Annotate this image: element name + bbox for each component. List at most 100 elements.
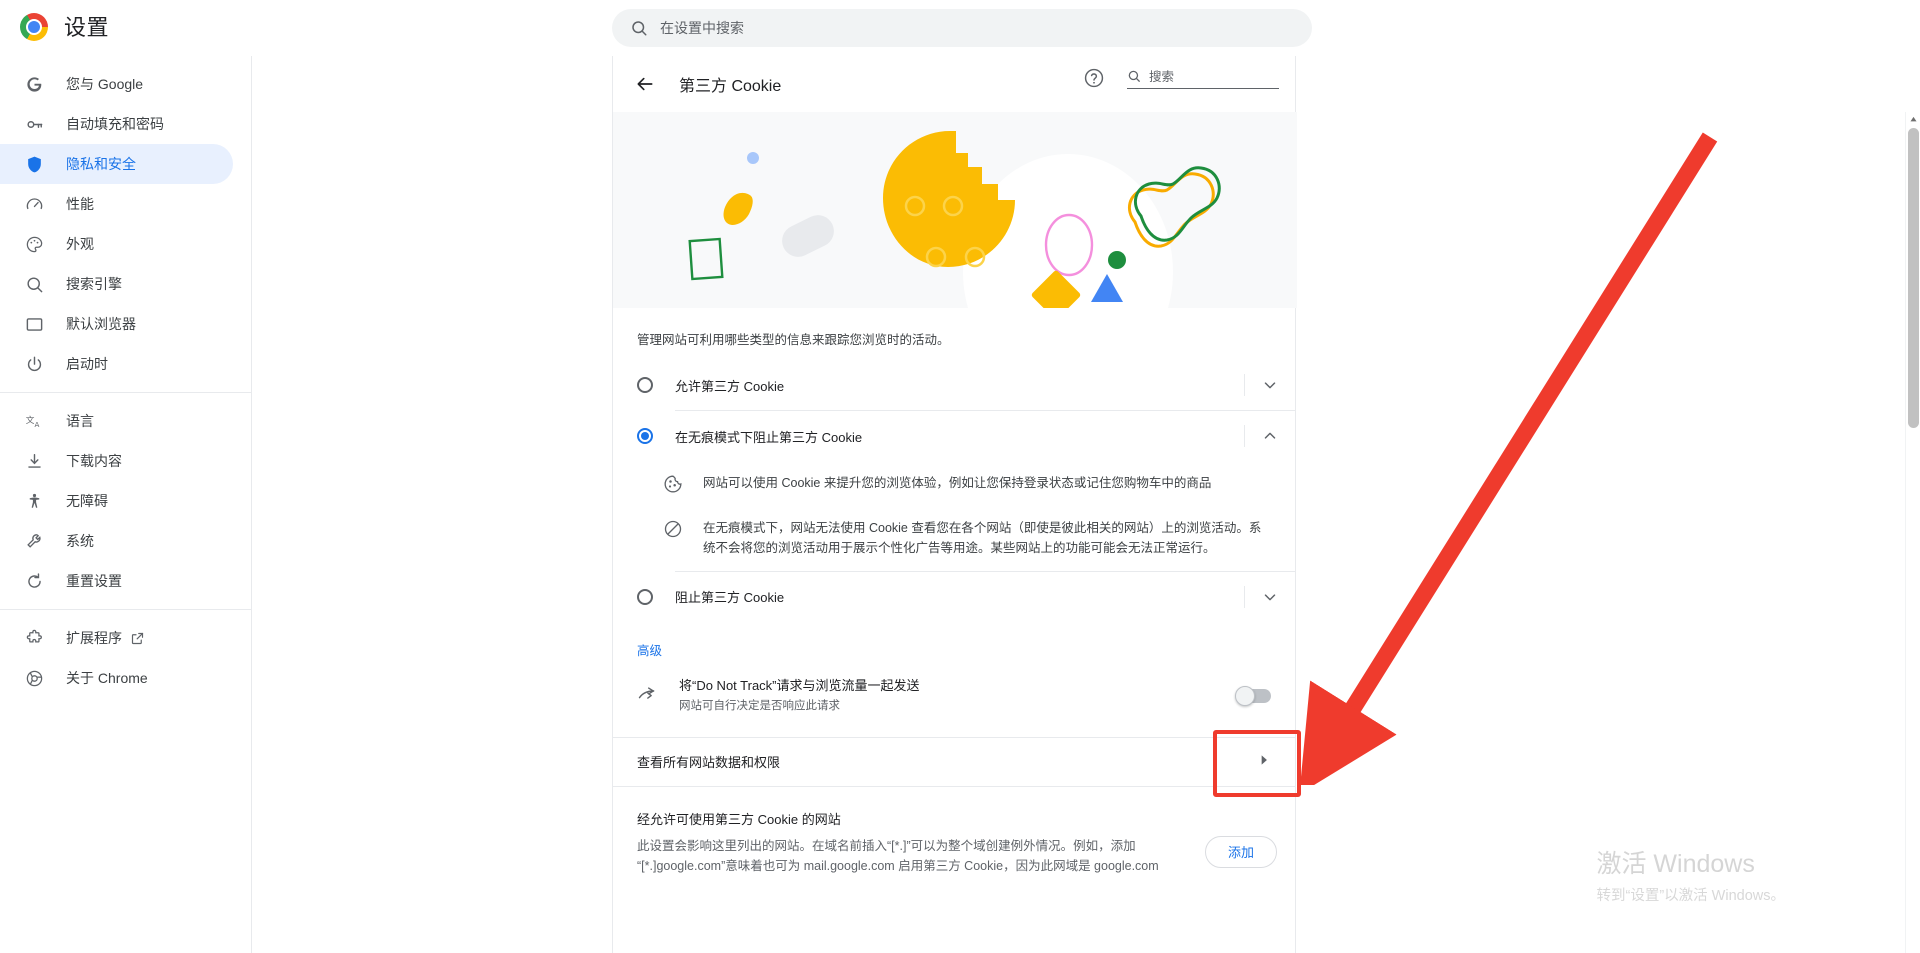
- chevron-right-icon: [1257, 753, 1271, 770]
- header-actions: 搜索: [1083, 66, 1279, 89]
- shield-icon: [24, 154, 44, 174]
- sidebar-item-label: 隐私和安全: [66, 156, 136, 172]
- send-arrow-icon: [637, 686, 657, 706]
- open-in-new-icon: [130, 631, 145, 646]
- back-arrow-icon[interactable]: [633, 72, 657, 96]
- sidebar-item-label: 关于 Chrome: [66, 670, 148, 686]
- search-icon: [1128, 70, 1140, 82]
- chevron-down-icon[interactable]: [1244, 585, 1281, 608]
- page-scrollbar[interactable]: [1905, 112, 1920, 953]
- top-bar: 设置 在设置中搜索: [0, 0, 1920, 56]
- sidebar-item-autofill-passwords[interactable]: 自动填充和密码: [0, 104, 233, 144]
- section-intro: 管理网站可利用哪些类型的信息来跟踪您浏览时的活动。: [637, 333, 950, 347]
- sidebar-item-label: 语言: [66, 413, 94, 429]
- sidebar-item-search-engine[interactable]: 搜索引擎: [0, 264, 233, 304]
- sidebar-item-about-chrome[interactable]: 关于 Chrome: [0, 658, 233, 698]
- palette-icon: [24, 234, 44, 254]
- browser-window-icon: [24, 314, 44, 334]
- restore-icon: [24, 571, 44, 591]
- sidebar-item-appearance[interactable]: 外观: [0, 224, 233, 264]
- radio-button[interactable]: [637, 377, 653, 393]
- advanced-section-title: 高级: [637, 643, 663, 658]
- global-settings-search[interactable]: 在设置中搜索: [612, 9, 1312, 47]
- chevron-down-icon[interactable]: [1244, 374, 1281, 396]
- do-not-track-subtitle: 网站可自行决定是否响应此请求: [679, 700, 840, 713]
- page-search-input[interactable]: 搜索: [1127, 66, 1279, 89]
- sidebar-item-label: 默认浏览器: [66, 316, 136, 332]
- sidebar-item-label: 系统: [66, 533, 94, 549]
- sidebar-item-label: 性能: [66, 196, 94, 212]
- watermark-line-2: 转到“设置”以激活 Windows。: [1596, 888, 1785, 904]
- svg-text:A: A: [34, 420, 39, 429]
- watermark-line-1: 激活 Windows: [1596, 849, 1755, 878]
- detail-text: 在无痕模式下，网站无法使用 Cookie 查看您在各个网站（即使是彼此相关的网站…: [703, 521, 1262, 556]
- wrench-icon: [24, 531, 44, 551]
- do-not-track-row[interactable]: 将“Do Not Track”请求与浏览流量一起发送 网站可自行决定是否响应此请…: [613, 665, 1295, 727]
- scroll-up-arrow-icon[interactable]: [1906, 112, 1920, 127]
- translate-icon: 文A: [24, 411, 44, 431]
- power-icon: [24, 354, 44, 374]
- allowed-sites-title: 经允许可使用第三方 Cookie 的网站: [637, 811, 841, 827]
- detail-text: 网站可以使用 Cookie 来提升您的浏览体验，例如让您保持登录状态或记住您购物…: [703, 476, 1212, 490]
- all-site-data-link[interactable]: 查看所有网站数据和权限: [613, 738, 1295, 786]
- do-not-track-title: 将“Do Not Track”请求与浏览流量一起发送: [679, 677, 920, 693]
- app-title: 设置: [64, 15, 110, 40]
- sidebar-item-label: 自动填充和密码: [66, 116, 164, 132]
- add-site-button[interactable]: 添加: [1204, 835, 1277, 868]
- sidebar-item-on-startup[interactable]: 启动时: [0, 344, 233, 384]
- cookie-icon: [663, 474, 683, 494]
- page-title: 第三方 Cookie: [679, 78, 782, 95]
- page-search-placeholder: 搜索: [1149, 70, 1175, 84]
- extension-icon: [24, 628, 44, 648]
- cookie-illustration: [613, 112, 1297, 308]
- sidebar-item-label: 您与 Google: [66, 76, 144, 92]
- sidebar-item-label: 下载内容: [66, 453, 122, 469]
- chrome-outline-icon: [24, 668, 44, 688]
- do-not-track-text: 将“Do Not Track”请求与浏览流量一起发送 网站可自行决定是否响应此请…: [679, 677, 1237, 715]
- sidebar-item-performance[interactable]: 性能: [0, 184, 233, 224]
- sidebar-item-label: 搜索引擎: [66, 276, 122, 292]
- svg-text:文: 文: [25, 414, 34, 426]
- search-icon: [632, 21, 647, 36]
- detail-cookie-benefit: 网站可以使用 Cookie 来提升您的浏览体验，例如让您保持登录状态或记住您购物…: [613, 461, 1295, 506]
- sidebar-item-downloads[interactable]: 下载内容: [0, 441, 233, 481]
- sidebar-item-privacy-security[interactable]: 隐私和安全: [0, 144, 233, 184]
- card-header: 第三方 Cookie 搜索: [613, 56, 1295, 112]
- help-circle-icon[interactable]: [1083, 67, 1105, 89]
- sidebar-item-accessibility[interactable]: 无障碍: [0, 481, 233, 521]
- sidebar-item-label: 启动时: [66, 356, 108, 372]
- sidebar-item-label: 扩展程序: [66, 630, 122, 646]
- scrollbar-thumb[interactable]: [1908, 128, 1919, 428]
- accessibility-icon: [24, 491, 44, 511]
- radio-label: 允许第三方 Cookie: [675, 378, 785, 394]
- all-site-data-label: 查看所有网站数据和权限: [637, 755, 781, 770]
- allowed-sites-description: 此设置会影响这里列出的网站。在域名前插入“[*.]”可以为整个域创建例外情况。例…: [637, 838, 1159, 873]
- sidebar-item-you-and-google[interactable]: 您与 Google: [0, 64, 233, 104]
- sidebar-item-system[interactable]: 系统: [0, 521, 233, 561]
- settings-card: 第三方 Cookie 搜索 管理网站可利用哪些类型的信息来跟踪您浏览时的活动。 …: [612, 56, 1297, 953]
- radio-option-allow-third-party[interactable]: 允许第三方 Cookie: [613, 360, 1295, 410]
- windows-activation-watermark: 激活 Windows 转到“设置”以激活 Windows。: [1596, 849, 1785, 905]
- block-icon: [663, 519, 683, 539]
- sidebar-divider-1: [0, 392, 251, 393]
- radio-button[interactable]: [637, 428, 653, 444]
- sidebar-item-extensions[interactable]: 扩展程序: [0, 618, 233, 658]
- sidebar-item-default-browser[interactable]: 默认浏览器: [0, 304, 233, 344]
- allowed-sites-desc-row: 此设置会影响这里列出的网站。在域名前插入“[*.]”可以为整个域创建例外情况。例…: [613, 835, 1295, 877]
- radio-option-block-third-party[interactable]: 阻止第三方 Cookie: [613, 572, 1295, 622]
- sidebar-item-languages[interactable]: 文A 语言: [0, 401, 233, 441]
- radio-button[interactable]: [637, 588, 653, 605]
- detail-incognito-block: 在无痕模式下，网站无法使用 Cookie 查看您在各个网站（即使是彼此相关的网站…: [613, 506, 1295, 571]
- do-not-track-toggle[interactable]: [1235, 685, 1271, 706]
- key-icon: [24, 114, 44, 134]
- download-icon: [24, 451, 44, 471]
- google-g-icon: [24, 74, 44, 94]
- chevron-up-icon[interactable]: [1244, 425, 1281, 447]
- speedometer-icon: [24, 194, 44, 214]
- sidebar-divider-2: [0, 609, 251, 610]
- sidebar-item-label: 外观: [66, 236, 94, 252]
- sidebar-item-reset-settings[interactable]: 重置设置: [0, 561, 233, 601]
- radio-label: 在无痕模式下阻止第三方 Cookie: [675, 429, 863, 445]
- radio-option-block-in-incognito[interactable]: 在无痕模式下阻止第三方 Cookie: [613, 411, 1295, 461]
- toggle-knob: [1235, 685, 1255, 706]
